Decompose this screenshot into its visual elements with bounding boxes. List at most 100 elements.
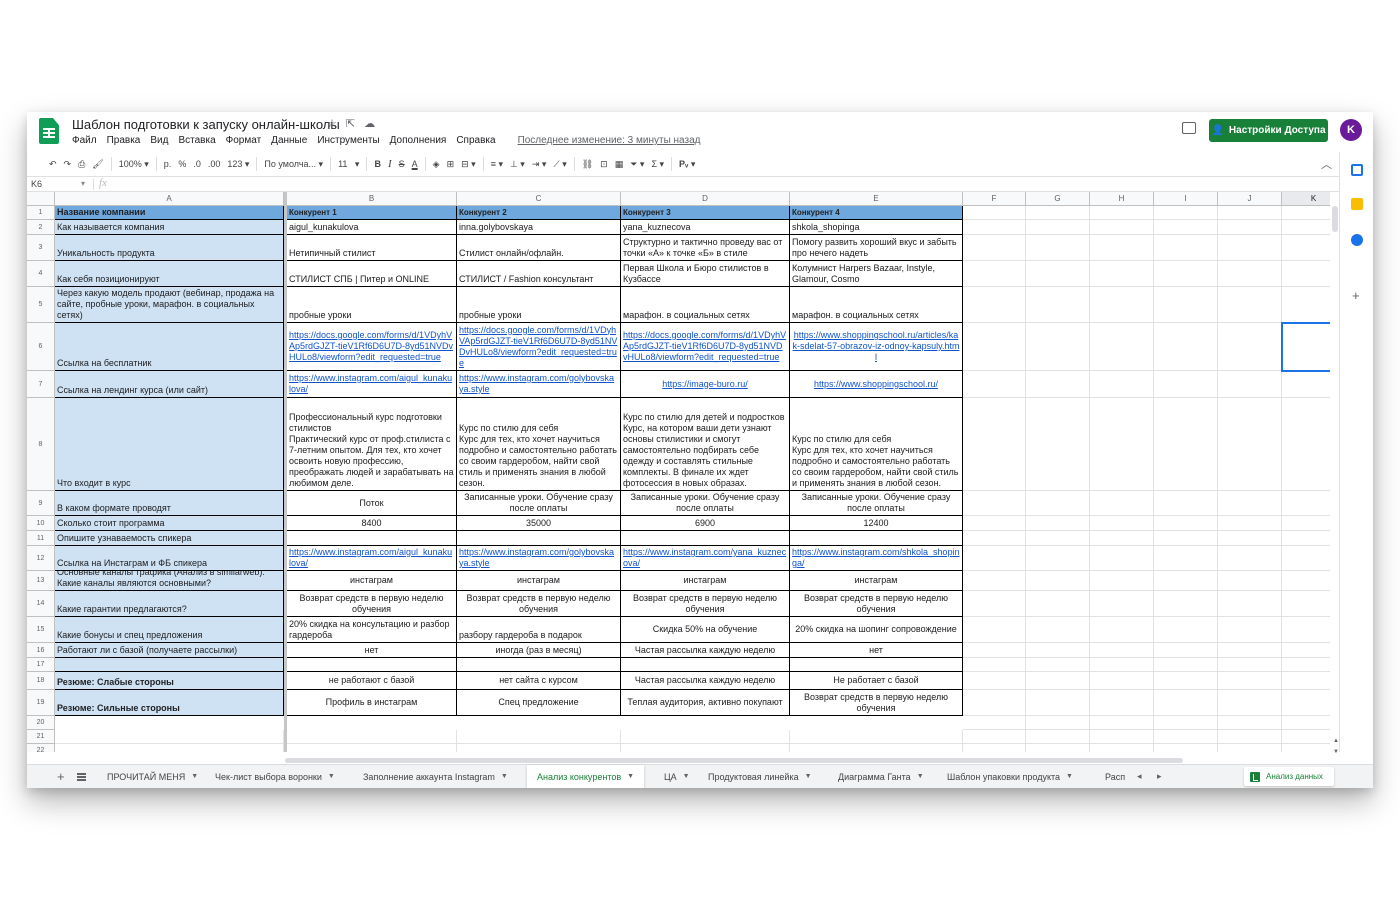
cell[interactable]: https://docs.google.com/forms/d/1VDyhVAp… <box>457 323 621 371</box>
cell[interactable] <box>1154 716 1218 730</box>
cell[interactable] <box>1026 730 1090 744</box>
row-header[interactable]: 6 <box>27 323 55 371</box>
paint-format-icon[interactable]: 🖌 <box>92 159 103 170</box>
cell[interactable] <box>1154 643 1218 658</box>
cell[interactable] <box>1218 690 1282 716</box>
cell[interactable]: инстаграм <box>790 571 963 591</box>
avatar[interactable]: K <box>1340 119 1362 141</box>
cell[interactable] <box>1154 744 1218 752</box>
cell[interactable] <box>1218 658 1282 672</box>
horizontal-align-icon[interactable]: ≡ ▾ <box>491 159 503 170</box>
cell[interactable] <box>1154 617 1218 643</box>
cell[interactable] <box>287 658 457 672</box>
cell[interactable]: https://www.instagram.com/shkola_shoping… <box>790 546 963 571</box>
cell[interactable] <box>1218 261 1282 287</box>
cell[interactable] <box>963 643 1026 658</box>
cell[interactable] <box>1026 206 1090 220</box>
cell[interactable]: 8400 <box>287 516 457 531</box>
cell[interactable] <box>1026 690 1090 716</box>
decrease-decimal-button[interactable]: .0 <box>193 159 201 169</box>
cell[interactable] <box>55 730 284 744</box>
cell[interactable]: Первая Школа и Бюро стилистов в Кузбассе <box>621 261 790 287</box>
cell[interactable] <box>963 716 1026 730</box>
cell[interactable] <box>790 744 963 752</box>
cell[interactable]: 20% скидка на консультацию и разбор гард… <box>287 617 457 643</box>
cell[interactable]: Не работает с базой <box>790 672 963 690</box>
cell[interactable] <box>1218 716 1282 730</box>
chevron-down-icon[interactable]: ▼ <box>917 773 924 780</box>
name-box-chevron-down-icon[interactable]: ▾ <box>81 179 85 188</box>
cell[interactable] <box>1218 571 1282 591</box>
cell[interactable] <box>1026 716 1090 730</box>
row-header[interactable]: 9 <box>27 491 55 516</box>
cell[interactable] <box>621 744 790 752</box>
cell[interactable]: Поток <box>287 491 457 516</box>
cell[interactable] <box>1282 643 1330 658</box>
cell-row-label[interactable]: Ссылка на бесплатник <box>55 323 284 371</box>
cell[interactable] <box>1218 206 1282 220</box>
cell[interactable]: https://www.instagram.com/aigul_kunakulo… <box>287 546 457 571</box>
font-size-select[interactable]: 11 ▾ <box>338 159 359 170</box>
cell[interactable] <box>1154 730 1218 744</box>
column-header[interactable]: C <box>457 192 621 206</box>
cell[interactable] <box>790 658 963 672</box>
cell[interactable] <box>1218 516 1282 531</box>
cell[interactable] <box>1154 690 1218 716</box>
cell[interactable] <box>1218 323 1282 371</box>
cell[interactable]: https://docs.google.com/forms/d/1VDyhVAp… <box>287 323 457 371</box>
cell[interactable] <box>1282 287 1330 323</box>
cell[interactable] <box>963 235 1026 261</box>
cell[interactable] <box>1026 323 1090 371</box>
cell-row-label[interactable]: Как называется компания <box>55 220 284 235</box>
cell[interactable] <box>1026 235 1090 261</box>
cell[interactable] <box>963 730 1026 744</box>
cell-row-label[interactable] <box>55 658 284 672</box>
cell[interactable] <box>1282 730 1330 744</box>
row-header[interactable]: 12 <box>27 546 55 571</box>
cell[interactable] <box>1154 220 1218 235</box>
cell[interactable] <box>963 658 1026 672</box>
cell[interactable]: 35000 <box>457 516 621 531</box>
cell[interactable] <box>963 516 1026 531</box>
cell[interactable] <box>1154 531 1218 546</box>
cell[interactable]: марафон. в социальных сетях <box>790 287 963 323</box>
menu-view[interactable]: Вид <box>150 135 168 146</box>
tab-product-line[interactable]: Продуктовая линейка ▼ <box>698 765 822 788</box>
undo-icon[interactable]: ↶ <box>49 159 57 170</box>
cell[interactable] <box>963 546 1026 571</box>
cell[interactable]: Возврат средств в первую неделю обучения <box>621 591 790 617</box>
explore-button[interactable]: Анализ данных <box>1244 767 1334 786</box>
chevron-down-icon[interactable]: ▼ <box>1066 773 1073 780</box>
cell[interactable] <box>1218 672 1282 690</box>
cell-row-label[interactable]: Уникальность продукта <box>55 235 284 261</box>
italic-button[interactable]: I <box>388 158 392 170</box>
row-header[interactable]: 15 <box>27 617 55 643</box>
cell[interactable] <box>1282 591 1330 617</box>
tab-funnel-checklist[interactable]: Чек-лист выбора воронки ▼ <box>205 765 345 788</box>
column-header[interactable]: B <box>287 192 457 206</box>
cell[interactable]: Записанные уроки. Обучение сразу после о… <box>790 491 963 516</box>
cell[interactable]: Помогу развить хороший вкус и забыть про… <box>790 235 963 261</box>
cell[interactable] <box>790 730 963 744</box>
menu-format[interactable]: Формат <box>226 135 262 146</box>
cell[interactable] <box>1090 591 1154 617</box>
keep-icon[interactable] <box>1351 198 1363 210</box>
cell[interactable]: https://www.shoppingschool.ru/ <box>790 371 963 398</box>
cell[interactable] <box>1026 531 1090 546</box>
cell[interactable] <box>621 730 790 744</box>
tab-competitor-analysis[interactable]: Анализ конкурентов ▼ <box>527 765 645 788</box>
collapse-menus-icon[interactable]: ︿ <box>1321 156 1332 172</box>
share-button[interactable]: 👤 Настройки Доступа <box>1209 119 1328 142</box>
row-header[interactable]: 18 <box>27 672 55 690</box>
cell[interactable] <box>1090 716 1154 730</box>
cell-competitor-header[interactable]: Конкурент 2 <box>457 206 621 220</box>
cell[interactable] <box>1026 643 1090 658</box>
cell[interactable] <box>1090 531 1154 546</box>
row-header[interactable]: 22 <box>27 744 55 752</box>
cell[interactable]: нет <box>287 643 457 658</box>
cell[interactable] <box>457 658 621 672</box>
cell[interactable] <box>1154 287 1218 323</box>
cell[interactable] <box>1090 516 1154 531</box>
strikethrough-button[interactable]: S <box>399 159 405 169</box>
cell[interactable] <box>1026 516 1090 531</box>
